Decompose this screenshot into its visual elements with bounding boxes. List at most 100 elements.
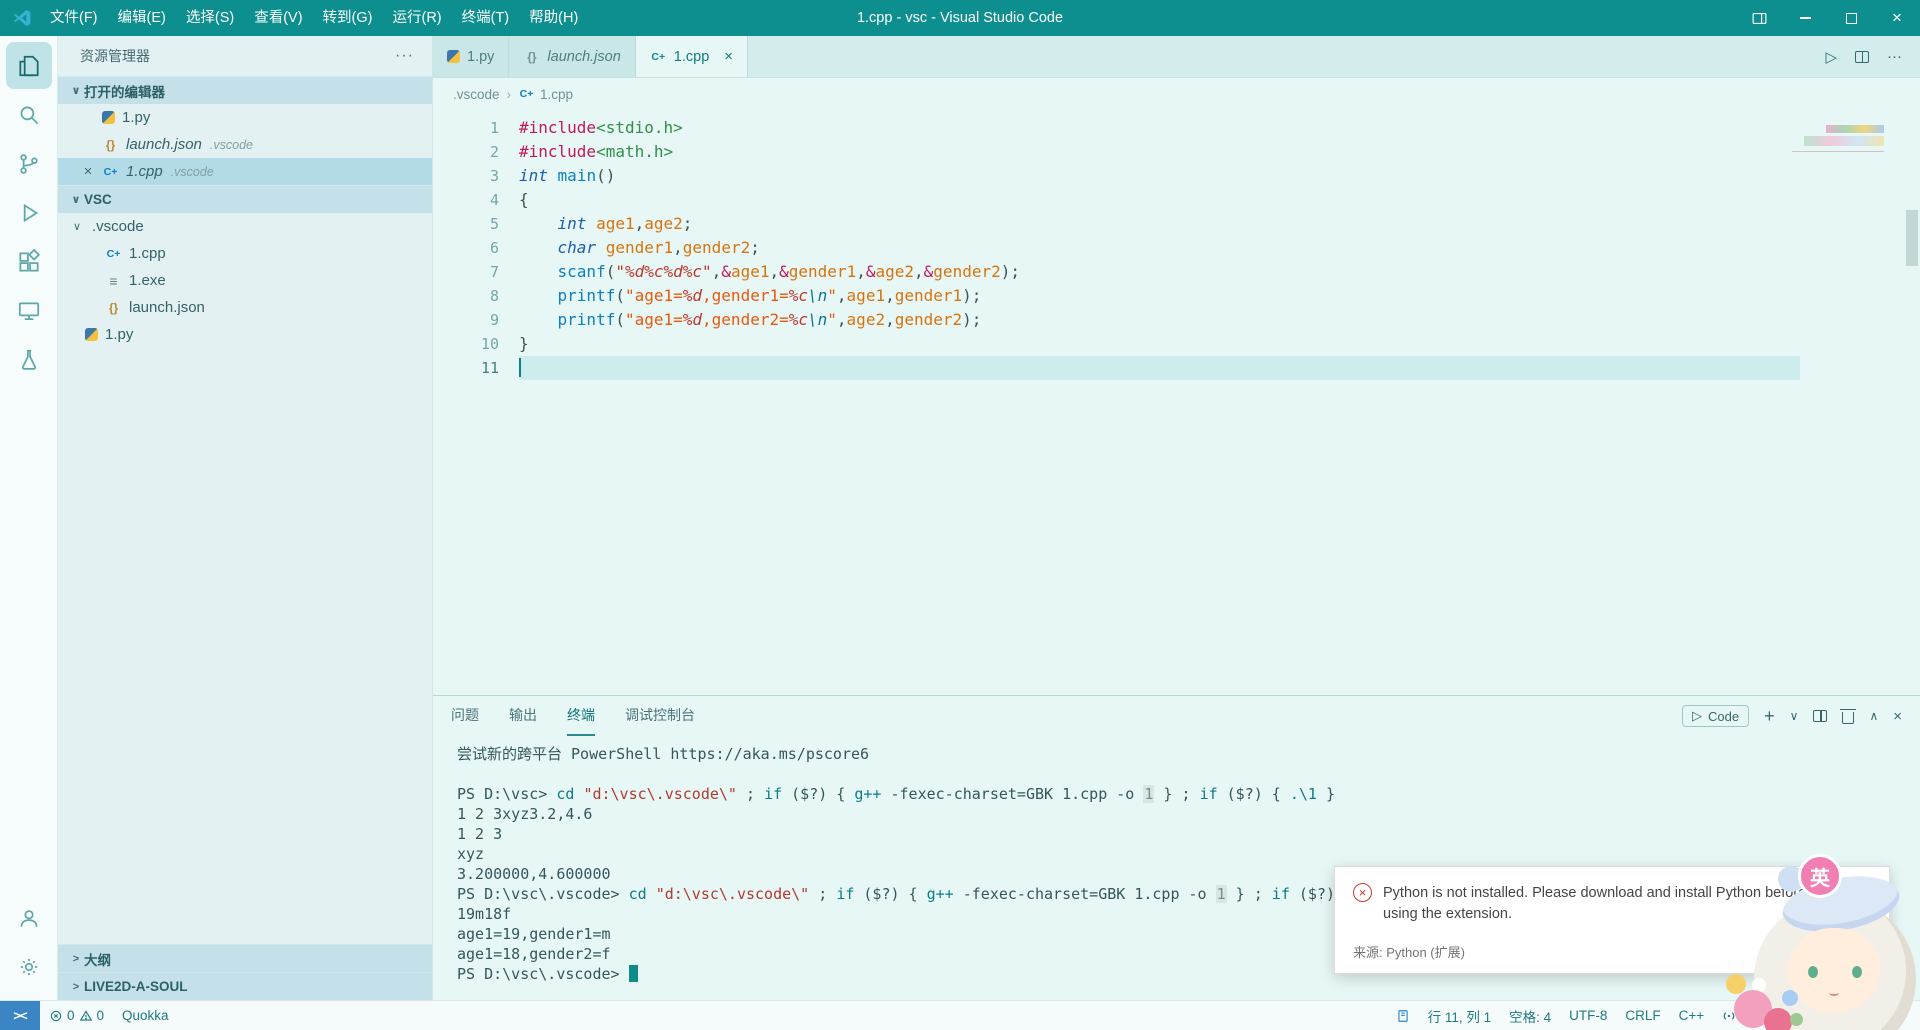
activity-run-debug-icon[interactable] [6, 189, 52, 236]
close-icon[interactable]: × [80, 163, 96, 180]
python-file-icon [85, 328, 98, 341]
open-editors-section-header[interactable]: ∨ 打开的编辑器 [58, 76, 432, 104]
file-detail: .vscode [170, 164, 214, 179]
panel-tab-output[interactable]: 输出 [509, 696, 537, 736]
line-number: 3 [489, 167, 499, 185]
panel-tab-terminal[interactable]: 终端 [567, 696, 595, 736]
menu-item[interactable]: 运行(R) [382, 0, 451, 36]
split-editor-icon[interactable] [1855, 50, 1869, 63]
maximize-button[interactable] [1828, 0, 1874, 36]
status-notebook[interactable] [1387, 1001, 1419, 1030]
panel-actions: ▷ Code + ∨ ∧ × [1682, 705, 1902, 727]
activity-extensions-icon[interactable] [6, 238, 52, 285]
line-number: 11 [480, 359, 499, 377]
tree-item-1.exe[interactable]: ≡ 1.exe [58, 267, 432, 294]
menu-item[interactable]: 终端(T) [452, 0, 520, 36]
open-editor-launch.json[interactable]: {} launch.json .vscode [58, 131, 432, 158]
open-editor-1.py[interactable]: 1.py [58, 104, 432, 131]
layout-icon[interactable] [1736, 0, 1782, 36]
line-number: 1 [489, 119, 499, 137]
quokka-status[interactable]: Quokka [113, 1001, 178, 1030]
breadcrumb: .vscode › C+ 1.cpp [433, 78, 1920, 110]
breadcrumb-item[interactable]: .vscode [453, 87, 500, 102]
code-line[interactable]: 7 scanf("%d%c%d%c",&age1,&gender1,&age2,… [433, 260, 1920, 284]
menu-item[interactable]: 帮助(H) [519, 0, 588, 36]
close-icon[interactable]: × [1868, 875, 1877, 893]
tree-item-1.py[interactable]: 1.py [58, 321, 432, 348]
json-file-icon: {} [108, 300, 119, 315]
tab-launch.json[interactable]: {} launch.json [509, 36, 636, 77]
workspace-section-header[interactable]: ∨ VSC [58, 185, 432, 213]
settings-gear-icon[interactable] [6, 943, 52, 990]
menu-item[interactable]: 选择(S) [176, 0, 244, 36]
activity-remote-explorer-icon[interactable] [6, 287, 52, 334]
terminal-profile-button[interactable]: ▷ Code [1682, 705, 1750, 727]
window-controls: × [1736, 0, 1920, 36]
status-platform[interactable]: Win32 [1796, 1001, 1852, 1030]
activity-source-control-icon[interactable] [6, 140, 52, 187]
code-editor[interactable]: 1 #include<stdio.h> 2 #include<math.h> 3 int … [433, 110, 1920, 695]
code-line[interactable]: 2 #include<math.h> [433, 140, 1920, 164]
close-button[interactable]: × [1874, 0, 1920, 36]
open-editor-1.cpp[interactable]: × C+ 1.cpp .vscode [58, 158, 432, 185]
section-live2d-a-soul[interactable]: > LIVE2D-A-SOUL [58, 972, 432, 1000]
breadcrumb-item[interactable]: C+ 1.cpp [518, 87, 573, 102]
activity-search-icon[interactable] [6, 91, 52, 138]
code-line[interactable]: 10} [433, 332, 1920, 356]
tree-item-launch.json[interactable]: {} launch.json [58, 294, 432, 321]
tabs: 1.py {} launch.json C+ 1.cpp × [433, 36, 749, 77]
scrollbar-thumb[interactable] [1906, 210, 1918, 266]
status-encoding[interactable]: UTF-8 [1560, 1001, 1616, 1030]
more-actions-icon[interactable]: ··· [1887, 48, 1902, 65]
section-label: LIVE2D-A-SOUL [84, 979, 188, 994]
account-icon[interactable] [6, 894, 52, 941]
status-go-live[interactable]: Go Live [1713, 1001, 1796, 1030]
split-terminal-icon[interactable] [1813, 710, 1828, 722]
code-line[interactable]: 8 printf("age1=%d,gender1=%c\n",age1,gen… [433, 284, 1920, 308]
line-content: scanf("%d%c%d%c",&age1,&gender1,&age2,&g… [557, 262, 1020, 281]
section-outline[interactable]: > 大纲 [58, 944, 432, 972]
code-line[interactable]: 5 int age1,age2; [433, 212, 1920, 236]
current-line-highlight [519, 356, 1800, 380]
problems-indicator[interactable]: 0 0 [40, 1001, 113, 1030]
corner-sticker [1792, 122, 1884, 152]
code-line[interactable]: 4{ [433, 188, 1920, 212]
chevron-down-icon[interactable]: ∨ [1790, 709, 1799, 723]
close-icon[interactable]: × [724, 48, 733, 65]
status-eol[interactable]: CRLF [1616, 1001, 1669, 1030]
editor-actions: ▷ ··· [1825, 36, 1920, 77]
activity-explorer-icon[interactable] [5, 42, 52, 89]
run-button[interactable]: ▷ [1825, 48, 1837, 66]
remote-indicator[interactable]: >< [0, 1001, 40, 1030]
menu-item[interactable]: 转到(G) [313, 0, 383, 36]
tree-item-1.cpp[interactable]: C+ 1.cpp [58, 240, 432, 267]
menu-item[interactable]: 编辑(E) [108, 0, 176, 36]
more-actions-icon[interactable]: ··· [395, 47, 414, 65]
close-panel-icon[interactable]: × [1893, 708, 1902, 725]
kill-terminal-icon[interactable] [1840, 708, 1857, 724]
status-cursor-position[interactable]: 行 11, 列 1 [1419, 1001, 1501, 1030]
status-notifications[interactable] [1884, 1001, 1916, 1030]
activity-testing-icon[interactable] [6, 336, 52, 383]
broadcast-icon [1722, 1009, 1736, 1023]
tab-1.cpp[interactable]: C+ 1.cpp × [635, 36, 749, 77]
status-indentation[interactable]: 空格: 4 [1500, 1001, 1560, 1030]
panel-tab-problems[interactable]: 问题 [451, 696, 479, 736]
code-line[interactable]: 11 [433, 356, 1920, 380]
menu-item[interactable]: 查看(V) [244, 0, 312, 36]
tree-item-.vscode[interactable]: ∨ .vscode [58, 213, 432, 240]
tab-1.py[interactable]: 1.py [433, 36, 510, 77]
maximize-panel-icon[interactable]: ∧ [1869, 709, 1878, 723]
code-line[interactable]: 9 printf("age1=%d,gender2=%c\n",age2,gen… [433, 308, 1920, 332]
error-count: 0 [67, 1008, 75, 1023]
new-terminal-icon[interactable]: + [1764, 706, 1775, 727]
code-line[interactable]: 1 #include<stdio.h> [433, 116, 1920, 140]
code-line[interactable]: 3 int main() [433, 164, 1920, 188]
panel-tab-debug-console[interactable]: 调试控制台 [625, 696, 695, 736]
code-line[interactable]: 6 char gender1,gender2; [433, 236, 1920, 260]
status-tslint[interactable] [1852, 1001, 1884, 1030]
minimize-button[interactable] [1782, 0, 1828, 36]
status-language-mode[interactable]: C++ [1670, 1001, 1714, 1030]
menu-item[interactable]: 文件(F) [40, 0, 108, 36]
